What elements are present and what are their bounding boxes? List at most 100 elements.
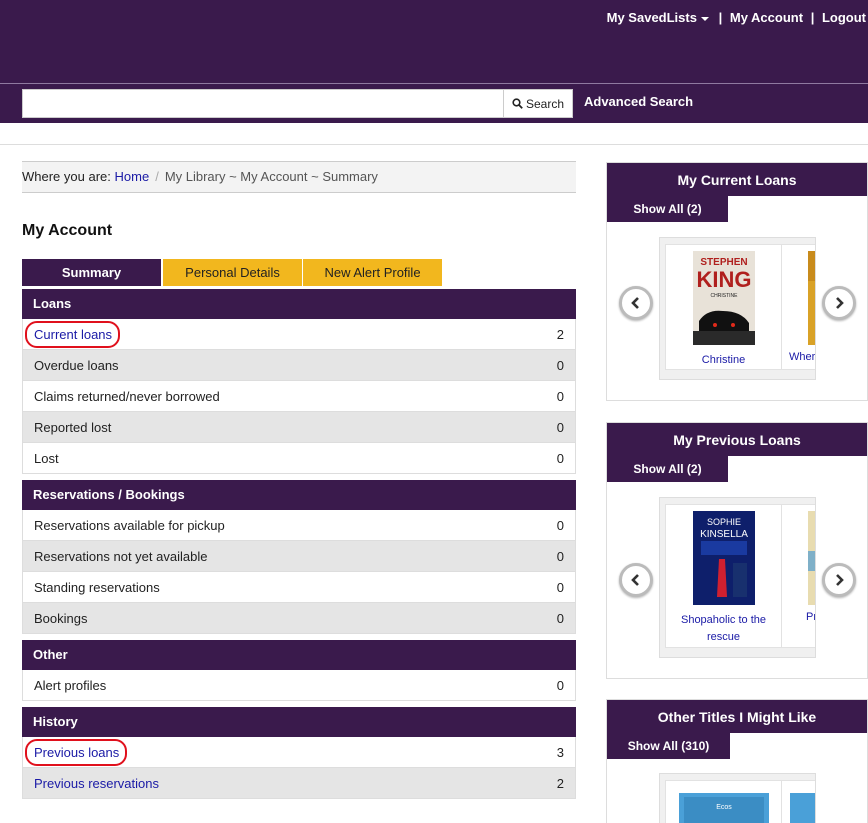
book-card-partial[interactable]: Wher: [781, 244, 815, 370]
book-card-ecos[interactable]: Ecos: [665, 780, 782, 823]
reservations-section: Reservations / Bookings Reservations ava…: [22, 480, 576, 634]
other-titles-carousel: Ecos: [659, 773, 816, 823]
section-header-loans: Loans: [22, 289, 576, 319]
carousel-next-button[interactable]: [822, 286, 856, 320]
logout-link[interactable]: Logout: [822, 10, 866, 25]
row-count: 0: [556, 357, 564, 373]
row-lost: Lost 0: [22, 443, 576, 474]
search-bar: Search Advanced Search: [0, 84, 868, 123]
cover-title: CHRISTINE: [710, 293, 738, 299]
row-reservations-available: Reservations available for pickup 0: [22, 510, 576, 541]
breadcrumb-home-link[interactable]: Home: [115, 169, 150, 184]
row-previous-loans: Previous loans 3: [22, 737, 576, 768]
breadcrumb-separator: /: [155, 169, 159, 184]
row-label: Lost: [34, 450, 59, 466]
row-label: Reservations available for pickup: [34, 517, 225, 533]
row-overdue-loans: Overdue loans 0: [22, 350, 576, 381]
chevron-left-icon: [631, 297, 639, 309]
top-nav: My SavedLists | My Account | Logout: [603, 10, 868, 25]
current-loans-panel: My Current Loans Show All (2) STEPHEN KI…: [606, 162, 868, 401]
row-count: 0: [556, 450, 564, 466]
search-input[interactable]: [22, 89, 504, 118]
row-label: Reservations not yet available: [34, 548, 208, 564]
row-reservations-not-available: Reservations not yet available 0: [22, 541, 576, 572]
current-loans-carousel: STEPHEN KING CHRISTINE Christine Wher: [659, 237, 816, 380]
row-claims-returned: Claims returned/never borrowed 0: [22, 381, 576, 412]
current-loans-link[interactable]: Current loans: [24, 320, 121, 348]
book-card-partial[interactable]: [781, 780, 815, 823]
top-header: My SavedLists | My Account | Logout: [0, 0, 868, 83]
book-title-line-2[interactable]: rescue: [666, 629, 781, 646]
book-cover-christine: STEPHEN KING CHRISTINE: [692, 251, 755, 345]
show-all-current-loans-button[interactable]: Show All (2): [607, 196, 728, 222]
loans-section: Loans Current loans 2 Overdue loans 0 Cl…: [22, 289, 576, 474]
content-divider: [0, 144, 868, 145]
current-loans-count: 2: [556, 326, 564, 342]
previous-reservations-count: 2: [556, 775, 564, 791]
row-standing-reservations: Standing reservations 0: [22, 572, 576, 603]
book-card-partial[interactable]: Pr: [781, 504, 815, 648]
panel-title: Other Titles I Might Like: [607, 700, 867, 733]
breadcrumb-prefix: Where you are:: [22, 169, 111, 184]
book-cover-partial: [808, 511, 815, 605]
book-title-link[interactable]: Christine: [666, 348, 781, 369]
saved-lists-menu[interactable]: My SavedLists: [605, 10, 711, 25]
panel-title: My Current Loans: [607, 163, 867, 196]
search-button-label: Search: [525, 96, 565, 111]
previous-loans-panel: My Previous Loans Show All (2) SOPHIE KI…: [606, 422, 868, 679]
chevron-down-icon: [700, 16, 709, 21]
carousel-prev-button[interactable]: [619, 563, 653, 597]
show-all-other-titles-button[interactable]: Show All (310): [607, 733, 730, 759]
chevron-right-icon: [836, 574, 844, 586]
row-count: 0: [556, 677, 564, 693]
book-cover-partial: [808, 251, 815, 345]
row-label: Claims returned/never borrowed: [34, 388, 220, 404]
page-title: My Account: [22, 222, 113, 239]
carousel-prev-button[interactable]: [619, 286, 653, 320]
book-title-link[interactable]: Wher: [782, 345, 815, 366]
tab-new-alert-profile[interactable]: New Alert Profile: [303, 259, 442, 286]
show-all-previous-loans-button[interactable]: Show All (2): [607, 456, 728, 482]
my-account-link[interactable]: My Account: [730, 10, 803, 25]
book-card-shopaholic[interactable]: SOPHIE KINSELLA Shopaholic to the rescue: [665, 504, 782, 648]
section-header-other: Other: [22, 640, 576, 670]
book-card-christine[interactable]: STEPHEN KING CHRISTINE Christine: [665, 244, 782, 370]
nav-separator: |: [718, 10, 723, 25]
book-title-link[interactable]: Pr: [782, 605, 815, 626]
row-count: 0: [556, 579, 564, 595]
row-count: 0: [556, 548, 564, 564]
search-icon: [512, 98, 523, 109]
other-section: Other Alert profiles 0: [22, 640, 576, 701]
breadcrumb: Where you are: Home / My Library ~ My Acco…: [22, 161, 576, 193]
row-current-loans: Current loans 2: [22, 319, 576, 350]
book-cover-partial: [790, 793, 815, 823]
previous-loans-carousel: SOPHIE KINSELLA Shopaholic to the rescue…: [659, 497, 816, 658]
advanced-search-link[interactable]: Advanced Search: [584, 94, 693, 109]
other-titles-panel: Other Titles I Might Like Show All (310)…: [606, 699, 868, 823]
tab-personal-details[interactable]: Personal Details: [163, 259, 302, 286]
row-label: Bookings: [34, 610, 88, 626]
row-bookings: Bookings 0: [22, 603, 576, 634]
row-label: Reported lost: [34, 419, 112, 435]
row-previous-reservations: Previous reservations 2: [22, 768, 576, 799]
cover-author: SOPHIE: [706, 517, 740, 527]
carousel-next-button[interactable]: [822, 563, 856, 597]
row-count: 0: [556, 610, 564, 626]
chevron-right-icon: [836, 297, 844, 309]
history-section: History Previous loans 3 Previous reserv…: [22, 707, 576, 799]
book-title-line-1[interactable]: Shopaholic to the: [666, 608, 781, 629]
cover-author-surname: KING: [696, 267, 751, 292]
row-label: Alert profiles: [34, 677, 107, 693]
previous-loans-link[interactable]: Previous loans: [24, 738, 128, 766]
row-label: Standing reservations: [34, 579, 160, 595]
chevron-left-icon: [631, 574, 639, 586]
book-cover-ecos: Ecos: [678, 793, 769, 823]
previous-loans-count: 3: [556, 744, 564, 760]
section-header-history: History: [22, 707, 576, 737]
section-header-reservations: Reservations / Bookings: [22, 480, 576, 510]
search-button[interactable]: Search: [503, 89, 573, 118]
breadcrumb-current: My Library ~ My Account ~ Summary: [164, 169, 378, 184]
previous-reservations-link[interactable]: Previous reservations: [34, 776, 159, 791]
tab-summary[interactable]: Summary: [22, 259, 161, 286]
panel-title: My Previous Loans: [607, 423, 867, 456]
